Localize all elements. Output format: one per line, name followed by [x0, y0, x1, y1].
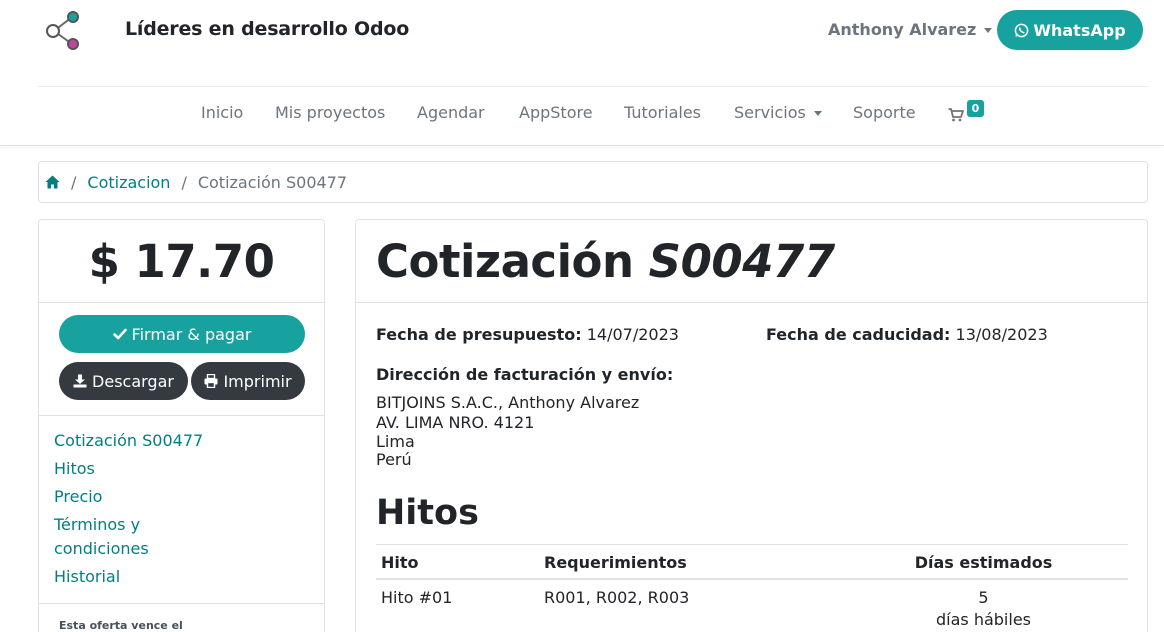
nav-item-appstore[interactable]: AppStore [519, 103, 593, 122]
column-header-hito: Hito [376, 544, 539, 580]
breadcrumb-separator: / [71, 172, 77, 192]
cell-dias-value: 5 [978, 588, 989, 607]
table-row: Hito #01 R001, R002, R003 5 días hábiles [376, 579, 1128, 632]
quote-number: S00477 [648, 234, 835, 288]
whatsapp-label: WhatsApp [1033, 20, 1126, 40]
quote-title-prefix: Cotización [376, 234, 634, 288]
cell-hito: Hito #01 [381, 588, 453, 607]
user-name: Anthony Alvarez [828, 20, 977, 39]
breadcrumb-separator: / [181, 172, 187, 192]
chevron-down-icon [984, 28, 993, 33]
home-icon[interactable] [45, 175, 60, 189]
expiry-date-field: Fecha de caducidad: 13/08/2023 [766, 325, 1048, 344]
cart-count-badge: 0 [967, 100, 984, 117]
download-label: Descargar [92, 371, 174, 391]
share-logo-icon[interactable] [42, 9, 84, 53]
sidebar-toc: Cotización S00477 Hitos Precio Términos … [39, 416, 324, 604]
toc-link-historial[interactable]: Historial [54, 565, 254, 589]
milestones-heading: Hitos [376, 493, 479, 533]
chevron-down-icon [813, 111, 822, 116]
nav-item-inicio[interactable]: Inicio [201, 103, 243, 122]
toc-link-precio[interactable]: Precio [54, 485, 254, 509]
breadcrumb-current: Cotización S00477 [197, 172, 348, 192]
quote-main-card: Cotización S00477 Fecha de presupuesto: … [355, 219, 1148, 632]
top-header: Líderes en desarrollo Odoo Anthony Alvar… [0, 0, 1164, 146]
quote-total-price: $ 17.70 [39, 220, 324, 303]
quote-title: Cotización S00477 [376, 235, 835, 288]
nav-item-mis-proyectos[interactable]: Mis proyectos [275, 103, 385, 122]
breadcrumb: / Cotizacion / Cotización S00477 [38, 161, 1148, 203]
quote-date-field: Fecha de presupuesto: 14/07/2023 [376, 325, 679, 344]
header-divider [38, 86, 1148, 87]
sign-and-pay-label: Firmar & pagar [131, 324, 252, 344]
quote-date-value: 14/07/2023 [586, 325, 679, 344]
print-label: Imprimir [223, 371, 292, 391]
user-menu-dropdown[interactable]: Anthony Alvarez [828, 20, 993, 39]
table-header-row: Hito Requerimientos Días estimados [376, 544, 1128, 580]
download-icon [73, 374, 87, 388]
quote-header: Cotización S00477 [356, 220, 1147, 303]
shopping-cart-icon [948, 108, 964, 122]
expiry-date-label: Fecha de caducidad: [766, 325, 951, 344]
address-line: Lima [376, 432, 415, 451]
nav-item-soporte[interactable]: Soporte [853, 103, 916, 122]
brand-name[interactable]: Líderes en desarrollo Odoo [125, 18, 409, 40]
address-line: Perú [376, 450, 412, 469]
quote-date-label: Fecha de presupuesto: [376, 325, 582, 344]
column-header-requerimientos: Requerimientos [539, 544, 839, 580]
cell-dias: 5 días hábiles [839, 579, 1128, 632]
sign-and-pay-button[interactable]: Firmar & pagar [59, 315, 305, 353]
address-line: BITJOINS S.A.C., Anthony Alvarez [376, 393, 640, 412]
print-button[interactable]: Imprimir [191, 362, 305, 400]
toc-link-cotizacion[interactable]: Cotización S00477 [54, 429, 254, 453]
check-icon [112, 328, 127, 340]
expiry-date-value: 13/08/2023 [955, 325, 1048, 344]
address-title: Dirección de facturación y envío: [376, 365, 674, 384]
address-line: AV. LIMA NRO. 4121 [376, 413, 535, 432]
expiry-note: Esta oferta vence el [59, 619, 183, 632]
column-header-dias: Días estimados [839, 544, 1128, 580]
milestones-table: Hito Requerimientos Días estimados Hito … [376, 544, 1128, 632]
print-icon [204, 374, 218, 388]
toc-link-terminos[interactable]: Términos y condiciones [54, 513, 164, 561]
cell-requerimientos: R001, R002, R003 [544, 588, 690, 607]
main-nav: Inicio Mis proyectos Agendar AppStore Tu… [0, 103, 1164, 127]
nav-item-servicios[interactable]: Servicios [734, 103, 822, 122]
nav-item-agendar[interactable]: Agendar [417, 103, 485, 122]
whatsapp-icon [1015, 23, 1029, 37]
nav-item-tutoriales[interactable]: Tutoriales [624, 103, 701, 122]
download-button[interactable]: Descargar [59, 362, 188, 400]
cell-dias-unit: días hábiles [936, 610, 1031, 629]
billing-address: BITJOINS S.A.C., Anthony Alvarez AV. LIM… [376, 393, 639, 469]
nav-item-servicios-label: Servicios [734, 103, 806, 122]
quote-sidebar: $ 17.70 Firmar & pagar Descargar Imprimi… [38, 219, 325, 632]
sidebar-actions: Firmar & pagar Descargar Imprimir [39, 303, 324, 416]
toc-link-hitos[interactable]: Hitos [54, 457, 254, 481]
breadcrumb-link-cotizacion[interactable]: Cotizacion [87, 173, 170, 192]
whatsapp-button[interactable]: WhatsApp [997, 10, 1143, 50]
